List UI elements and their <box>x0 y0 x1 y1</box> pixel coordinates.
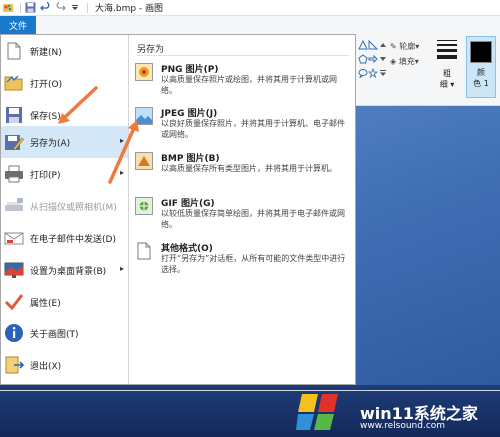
stroke-size-button[interactable]: 粗 细 ▾ <box>434 38 460 89</box>
shapes-gallery[interactable] <box>358 40 388 78</box>
stroke-label-line1: 粗 <box>443 69 451 78</box>
file-menu: 新建(N) 打开(O) 保存(S) 另存为(A) ▸ 打印(P) ▸ 从扫描仪或… <box>0 34 356 385</box>
ribbon: ✎ 轮廓▾ ◈ 填充▾ 粗 细 ▾ 颜 色 1 <box>354 34 500 106</box>
menu-item-label: 打开(O) <box>30 79 63 90</box>
watermark: win11系统之家 www.relsound.com <box>296 392 496 432</box>
menu-item-label: 从扫描仪或照相机(M) <box>30 202 117 213</box>
bmp-icon <box>135 152 153 170</box>
color1-button[interactable]: 颜 色 1 <box>466 36 496 98</box>
save-as-item-description: 以高质量保存所有类型图片，并将其用于计算机。 <box>161 164 337 173</box>
callout-shape-icon[interactable] <box>358 68 368 78</box>
file-menu-commands: 新建(N) 打开(O) 保存(S) 另存为(A) ▸ 打印(P) ▸ 从扫描仪或… <box>1 35 128 384</box>
outline-icon: ✎ <box>390 42 397 51</box>
shapes-scroll-down-icon[interactable] <box>378 54 388 64</box>
color1-label-line1: 颜 <box>476 68 485 77</box>
menu-item-label: 新建(N) <box>30 47 62 58</box>
menu-item-new[interactable]: 新建(N) <box>1 35 128 67</box>
window-title: 大海.bmp - 画图 <box>95 4 164 14</box>
redo-icon[interactable] <box>54 2 66 14</box>
gif-icon <box>135 197 153 215</box>
color1-swatch <box>470 41 492 63</box>
desktop-background-icon <box>4 260 24 280</box>
save-as-item-description: 以较低质量保存简单绘图，并将其用于电子邮件或网络。 <box>161 209 345 229</box>
save-as-submenu: 另存为 PNG 图片(P) 以高质量保存照片或绘图，并将其用于计算机或网络。 J… <box>129 35 355 384</box>
save-as-icon <box>4 132 24 152</box>
exit-icon <box>4 355 24 375</box>
save-as-heading: 另存为 <box>137 45 165 55</box>
color1-label-line2: 色 1 <box>473 79 489 88</box>
menu-item-label: 在电子邮件中发送(D) <box>30 234 116 245</box>
title-bar: 大海.bmp - 画图 <box>0 0 500 16</box>
triangle-shape-icon[interactable] <box>358 40 368 50</box>
jpeg-icon <box>135 107 153 125</box>
other-formats-icon <box>135 242 153 260</box>
stroke-label-line2: 细 <box>439 80 448 89</box>
outline-label: 轮廓 <box>399 42 416 51</box>
print-icon <box>4 164 24 184</box>
properties-icon <box>4 292 24 312</box>
drawing-canvas[interactable] <box>354 106 500 385</box>
menu-item-about[interactable]: 关于画图(T) <box>1 317 128 349</box>
submenu-arrow-icon: ▸ <box>119 264 124 273</box>
watermark-url: www.relsound.com <box>360 421 446 431</box>
submenu-arrow-icon: ▸ <box>119 168 124 177</box>
menu-item-exit[interactable]: 退出(X) <box>1 349 128 381</box>
menu-item-label: 退出(X) <box>30 361 62 372</box>
menu-item-label: 设置为桌面背景(B) <box>30 266 107 277</box>
menu-item-save-as[interactable]: 另存为(A) ▸ <box>1 126 128 158</box>
menu-item-label: 关于画图(T) <box>30 329 79 340</box>
save-as-gif[interactable]: GIF 图片(G) 以较低质量保存简单绘图，并将其用于电子邮件或网络。 <box>129 193 355 235</box>
ribbon-tab-row: 文件 <box>0 16 500 34</box>
stroke-size-icon <box>437 40 457 62</box>
scanner-icon <box>4 196 24 216</box>
save-as-item-description: 以高质量保存照片或绘图，并将其用于计算机或网络。 <box>161 75 337 95</box>
menu-item-label: 打印(P) <box>30 170 61 181</box>
title-separator <box>87 2 88 13</box>
paint-app-icon[interactable] <box>2 2 14 14</box>
fill-icon: ◈ <box>390 57 397 66</box>
save-as-png[interactable]: PNG 图片(P) 以高质量保存照片或绘图，并将其用于计算机或网络。 <box>129 59 355 101</box>
save-as-other-formats[interactable]: 其他格式(O) 打开“另存为”对话框，从所有可能的文件类型中进行选择。 <box>129 238 355 280</box>
save-icon <box>4 105 24 125</box>
file-tab[interactable]: 文件 <box>0 16 36 34</box>
png-icon <box>135 63 153 81</box>
fill-label: 填充 <box>398 57 415 66</box>
menu-item-label: 属性(E) <box>30 298 61 309</box>
menu-item-open[interactable]: 打开(O) <box>1 67 128 99</box>
menu-item-desktop-background[interactable]: 设置为桌面背景(B) ▸ <box>1 254 128 286</box>
customize-toolbar-icon[interactable] <box>69 2 81 14</box>
menu-item-label: 另存为(A) <box>30 138 71 149</box>
menu-item-email[interactable]: 在电子邮件中发送(D) <box>1 222 128 254</box>
horizon-line <box>0 390 500 391</box>
menu-item-label: 保存(S) <box>30 111 61 122</box>
watermark-logo-icon <box>296 394 338 430</box>
menu-item-properties[interactable]: 属性(E) <box>1 286 128 318</box>
save-as-jpeg[interactable]: JPEG 图片(J) 以良好质量保存照片，并将其用于计算机、电子邮件或网络。 <box>129 103 355 145</box>
pentagon-shape-icon[interactable] <box>358 54 368 64</box>
shapes-scroll-up-icon[interactable] <box>378 40 388 50</box>
title-separator <box>20 2 21 13</box>
open-icon <box>4 73 24 93</box>
menu-item-print[interactable]: 打印(P) ▸ <box>1 158 128 190</box>
shapes-expand-icon[interactable] <box>378 68 388 78</box>
save-as-bmp[interactable]: BMP 图片(B) 以高质量保存所有类型图片，并将其用于计算机。 <box>129 148 355 190</box>
right-triangle-shape-icon[interactable] <box>368 40 378 50</box>
fill-button[interactable]: ◈ 填充▾ <box>390 56 419 67</box>
heading-divider <box>137 55 349 56</box>
arrow-shape-icon[interactable] <box>368 54 378 64</box>
menu-item-scanner: 从扫描仪或照相机(M) <box>1 190 128 222</box>
outline-button[interactable]: ✎ 轮廓▾ <box>390 41 419 52</box>
star-shape-icon[interactable] <box>368 68 378 78</box>
quick-save-icon[interactable] <box>24 2 36 14</box>
about-icon <box>4 323 24 343</box>
new-icon <box>4 41 24 61</box>
save-as-item-description: 以良好质量保存照片，并将其用于计算机、电子邮件或网络。 <box>161 119 345 139</box>
save-as-item-description: 打开“另存为”对话框，从所有可能的文件类型中进行选择。 <box>161 254 346 274</box>
email-icon <box>4 228 24 248</box>
submenu-arrow-icon: ▸ <box>119 136 124 145</box>
undo-icon[interactable] <box>39 2 51 14</box>
